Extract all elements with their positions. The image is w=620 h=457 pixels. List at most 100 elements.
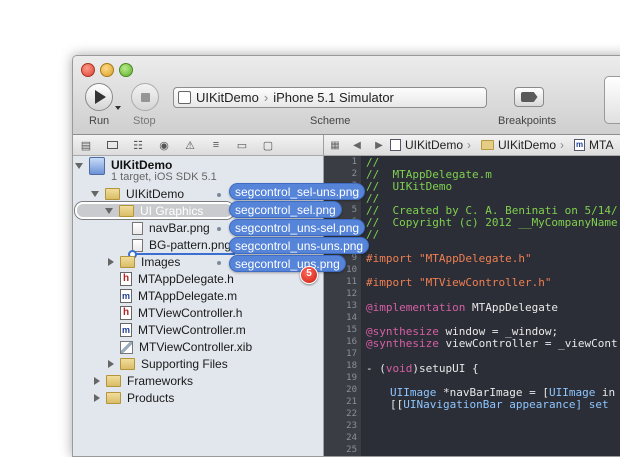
line-number: 12 <box>346 289 357 299</box>
jump-bar-group-label: UIKitDemo <box>498 138 557 152</box>
group-row[interactable]: Products <box>93 390 174 406</box>
group-label: Supporting Files <box>141 357 228 371</box>
jump-bar-group[interactable]: UIKitDemo › <box>481 138 568 152</box>
group-row[interactable]: UIKitDemo <box>91 186 184 202</box>
run-button[interactable] <box>85 83 113 111</box>
line-number: 11 <box>346 277 357 287</box>
project-name: UIKitDemo <box>111 158 173 172</box>
disclosure-triangle-closed-icon[interactable] <box>108 258 114 266</box>
xib-file-icon <box>120 340 133 354</box>
folder-icon <box>120 358 135 370</box>
implementation-file-icon: m <box>120 323 132 337</box>
play-icon <box>95 90 106 104</box>
disclosure-triangle-closed-icon[interactable] <box>94 377 100 385</box>
forward-arrow-icon[interactable]: ▶ <box>368 140 390 151</box>
scheme-popup[interactable]: UIKitDemo › iPhone 5.1 Simulator <box>173 87 487 108</box>
stop-label: Stop <box>133 115 156 127</box>
code-identifier: MTAppDelegate <box>465 301 559 314</box>
line-number: 10 <box>346 265 357 275</box>
file-row[interactable]: MTViewController.xib <box>120 339 252 355</box>
search-navigator-icon[interactable]: ◉ <box>151 135 177 155</box>
disclosure-triangle-open-icon[interactable] <box>75 163 83 169</box>
scheme-label: Scheme <box>310 115 351 127</box>
group-label: UI Graphics <box>140 204 204 218</box>
line-number: 5 <box>351 205 357 215</box>
minimize-window-button[interactable] <box>100 63 114 77</box>
xcode-window: Run Stop UIKitDemo › iPhone 5.1 Simulato… <box>72 55 620 457</box>
file-row[interactable]: h MTViewController.h <box>120 305 242 321</box>
file-row[interactable]: m MTAppDelegate.m <box>120 288 237 304</box>
header-file-icon: h <box>120 272 132 286</box>
dragged-file-label: segcontrol_sel.png <box>229 201 342 218</box>
editor-mode-button[interactable] <box>604 76 620 124</box>
jump-bar-chevron-icon: › <box>467 138 472 152</box>
stop-icon <box>140 92 150 102</box>
line-number: 14 <box>346 313 357 323</box>
code-keyword: @implementation <box>366 301 466 314</box>
stop-button[interactable] <box>131 83 159 111</box>
file-row[interactable]: m MTViewController.m <box>120 322 246 338</box>
group-label: UIKitDemo <box>126 187 185 201</box>
status-dot <box>217 227 221 231</box>
code-keyword: @synthesize <box>366 337 439 350</box>
line-number: 9 <box>351 253 357 263</box>
group-label: Products <box>127 391 175 405</box>
line-number: 13 <box>346 301 357 311</box>
file-row[interactable]: h MTAppDelegate.h <box>120 271 234 287</box>
line-number: 25 <box>346 445 357 455</box>
line-number: 17 <box>346 349 357 359</box>
group-row[interactable]: Frameworks <box>93 373 193 389</box>
code-import-line: #import "MTViewController.h" <box>366 276 551 289</box>
file-row[interactable]: BG-pattern.png <box>132 237 231 253</box>
group-row[interactable]: Images <box>107 254 180 270</box>
zoom-window-button[interactable] <box>119 63 133 77</box>
nav-sidebar-toggle-icon[interactable]: ▤ <box>73 135 99 155</box>
m-file-icon: m <box>574 139 586 151</box>
scheme-separator-chevron-icon: › <box>263 90 269 105</box>
scheme-destination[interactable]: iPhone 5.1 Simulator <box>273 90 394 105</box>
disclosure-triangle-closed-icon[interactable] <box>108 360 114 368</box>
debug-navigator-icon[interactable]: ≡ <box>203 135 229 155</box>
folder-icon <box>106 375 121 387</box>
code-method: appearance <box>509 398 576 411</box>
line-number: 15 <box>346 325 357 335</box>
symbol-navigator-icon[interactable]: ☷ <box>125 135 151 155</box>
scheme-target[interactable]: UIKitDemo <box>196 90 259 105</box>
code-string: "MTAppDelegate.h" <box>418 252 532 265</box>
jump-bar-file[interactable]: m MTA <box>574 138 613 152</box>
dragged-file-label: segcontrol_uns-uns.png <box>229 237 370 254</box>
file-label: MTViewController.m <box>138 323 246 337</box>
disclosure-triangle-open-icon[interactable] <box>105 208 113 214</box>
group-label: Images <box>141 255 181 269</box>
group-row[interactable]: Supporting Files <box>107 356 228 372</box>
app-target-icon <box>178 91 191 104</box>
close-window-button[interactable] <box>81 63 95 77</box>
project-navigator-folder-icon[interactable] <box>99 135 125 155</box>
back-arrow-icon[interactable]: ◀ <box>346 140 368 151</box>
file-label: BG-pattern.png <box>149 238 232 252</box>
jump-bar-project[interactable]: UIKitDemo › <box>390 138 475 152</box>
run-options-chevron-icon[interactable] <box>115 106 121 110</box>
status-dot <box>217 193 221 197</box>
jump-bar-project-label: UIKitDemo <box>405 138 464 152</box>
jump-bar-file-label: MTA <box>589 138 614 152</box>
breakpoint-icon <box>520 92 538 102</box>
related-items-grid-icon[interactable]: ▦ <box>324 140 346 151</box>
code-identifier: viewController = _viewCont <box>438 337 618 350</box>
line-number: 1 <box>351 157 357 167</box>
file-label: MTViewController.xib <box>139 340 253 354</box>
source-editor[interactable]: // // MTAppDelegate.m // UIKitDemo // //… <box>362 156 620 456</box>
disclosure-triangle-open-icon[interactable] <box>91 191 99 197</box>
breakpoints-button[interactable] <box>514 87 544 107</box>
disclosure-triangle-closed-icon[interactable] <box>94 394 100 402</box>
log-navigator-icon[interactable]: ▢ <box>255 135 281 155</box>
folder-icon <box>120 256 135 268</box>
line-number: 2 <box>351 169 357 179</box>
issue-navigator-warning-icon[interactable]: ⚠ <box>177 135 203 155</box>
breakpoint-navigator-icon[interactable]: ▭ <box>229 135 255 155</box>
code-string: "MTViewController.h" <box>418 276 552 289</box>
drag-count-badge: 5 <box>300 266 318 284</box>
file-row[interactable]: navBar.png <box>132 220 210 236</box>
group-row-selected[interactable]: UI Graphics <box>105 203 203 219</box>
project-root-row[interactable] <box>75 157 105 175</box>
